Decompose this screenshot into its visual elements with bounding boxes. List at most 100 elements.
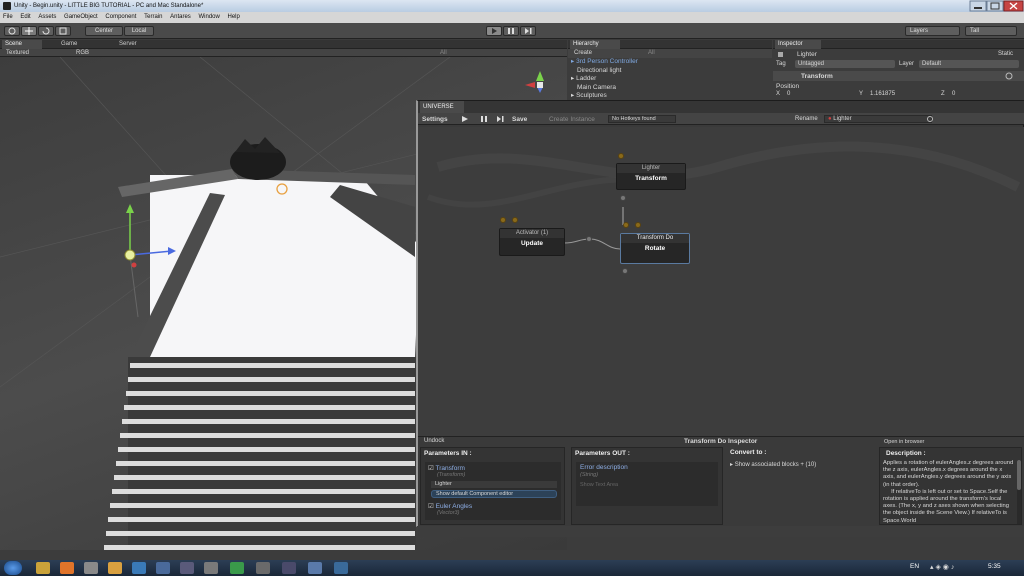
unity-logo-icon xyxy=(3,2,11,10)
static-toggle[interactable]: Static xyxy=(998,51,1013,57)
layers-dropdown[interactable]: Layers xyxy=(905,26,960,36)
tag-dropdown[interactable]: Untagged xyxy=(795,60,895,68)
tab-universe[interactable]: UNIVERSE xyxy=(420,101,464,113)
menu-window[interactable]: Window xyxy=(195,12,222,23)
settings-gear-icon[interactable] xyxy=(1005,72,1013,80)
menu-component[interactable]: Component xyxy=(102,12,139,23)
scene-search-input[interactable]: All xyxy=(440,49,447,57)
clock[interactable]: 5:35 xyxy=(988,563,1001,570)
activator-port-2[interactable] xyxy=(512,217,518,223)
activator-update-node[interactable]: Activator (1) Update xyxy=(499,228,565,256)
rename-field[interactable]: ● Lighter xyxy=(824,115,932,123)
transform-component-header[interactable]: Transform xyxy=(773,71,1024,81)
hierarchy-create-button[interactable]: Create xyxy=(574,50,592,56)
save-button[interactable]: Save xyxy=(512,116,527,123)
taskbar-app-icon[interactable] xyxy=(334,562,348,574)
hierarchy-item[interactable]: Main Camera xyxy=(571,84,772,93)
taskbar-app-icon[interactable] xyxy=(308,562,322,574)
firefox-icon[interactable] xyxy=(60,562,74,574)
description-scrollbar-thumb[interactable] xyxy=(1017,460,1021,490)
step-button[interactable] xyxy=(520,26,536,36)
activator-port-1[interactable] xyxy=(500,217,506,223)
menu-antares[interactable]: Antares xyxy=(167,12,194,23)
tab-hierarchy[interactable]: Hierarchy xyxy=(570,40,620,49)
position-y-field[interactable]: 1.161875 xyxy=(870,91,895,97)
taskbar-app-icon[interactable] xyxy=(84,562,98,574)
pivot-local-button[interactable]: Local xyxy=(124,26,154,36)
hand-tool-button[interactable] xyxy=(4,26,20,36)
layout-dropdown[interactable]: Tall xyxy=(965,26,1017,36)
param-transform[interactable]: ☑ Transform xyxy=(428,464,465,472)
play-button[interactable] xyxy=(486,26,502,36)
instance-dropdown[interactable]: No Hotkeys found xyxy=(608,115,676,123)
rotate-tool-button[interactable] xyxy=(38,26,54,36)
transform-do-rotate-node[interactable]: Transform Do Rotate xyxy=(620,233,690,264)
parameters-out-list: Error description (String) Show Text Are… xyxy=(576,462,718,506)
taskbar-app-icon[interactable] xyxy=(256,562,270,574)
menu-edit[interactable]: Edit xyxy=(17,12,33,23)
menu-help[interactable]: Help xyxy=(225,12,243,23)
taskbar-app-icon[interactable] xyxy=(282,562,296,574)
explorer-icon[interactable] xyxy=(36,562,50,574)
start-button[interactable] xyxy=(4,561,22,575)
show-default-editor-button[interactable]: Show default Component editor xyxy=(431,490,557,498)
open-in-browser-link[interactable]: Open in browser xyxy=(884,439,924,445)
menu-file[interactable]: File xyxy=(0,12,16,23)
color-mode-dropdown[interactable]: RGB xyxy=(76,49,89,57)
param-transform-value[interactable]: Lighter xyxy=(431,481,557,488)
settings-button[interactable]: Settings xyxy=(422,116,448,123)
tab-scene[interactable]: Scene xyxy=(2,40,42,49)
transform-do-port-1[interactable] xyxy=(623,222,629,228)
play-graph-icon[interactable] xyxy=(461,115,469,123)
show-text-area-toggle[interactable]: Show Text Area xyxy=(580,482,618,488)
menu-assets[interactable]: Assets xyxy=(35,12,59,23)
layer-dropdown[interactable]: Default xyxy=(919,60,1019,68)
transform-do-out-port[interactable] xyxy=(622,268,628,274)
move-icon xyxy=(25,27,33,35)
taskbar-app-icon[interactable] xyxy=(180,562,194,574)
pause-graph-icon[interactable] xyxy=(480,115,488,123)
object-name-field[interactable]: Lighter xyxy=(797,51,817,58)
show-associated-blocks[interactable]: ▸ Show associated blocks + (10) xyxy=(730,461,816,468)
lighter-out-port[interactable] xyxy=(620,195,626,201)
render-mode-dropdown[interactable]: Textured xyxy=(6,49,29,57)
lighter-transform-node[interactable]: Lighter Transform xyxy=(616,163,686,190)
position-x-field[interactable]: 0 xyxy=(787,91,790,97)
tab-inspector[interactable]: Inspector xyxy=(775,40,821,49)
window-buttons-icon[interactable] xyxy=(968,0,1024,12)
language-indicator[interactable]: EN xyxy=(910,563,919,570)
tab-game[interactable]: Game xyxy=(58,40,98,49)
param-error-description[interactable]: Error description xyxy=(580,464,628,471)
menu-terrain[interactable]: Terrain xyxy=(141,12,165,23)
link-junction[interactable] xyxy=(586,236,592,242)
scale-tool-button[interactable] xyxy=(55,26,71,36)
target-picker-icon[interactable] xyxy=(926,115,934,123)
tray-icons[interactable]: ▴ ◈ ◉ ♪ xyxy=(930,563,954,571)
hierarchy-item[interactable]: ▸ 3rd Person Controller xyxy=(571,58,772,67)
undock-button[interactable]: Undock xyxy=(424,438,444,444)
hierarchy-item[interactable]: Directional light xyxy=(571,67,772,76)
param-checkbox-icon[interactable]: ☑ xyxy=(428,503,434,510)
tab-server[interactable]: Server xyxy=(116,40,156,49)
position-x-label: X xyxy=(776,91,781,97)
description-scrollbar[interactable] xyxy=(1017,460,1021,524)
create-instance-button[interactable]: Create Instance xyxy=(549,116,595,123)
rename-button[interactable]: Rename xyxy=(795,116,818,122)
param-checkbox-icon[interactable]: ☑ xyxy=(428,465,434,472)
taskbar-app-icon[interactable] xyxy=(156,562,170,574)
unity-taskbar-icon[interactable] xyxy=(204,562,218,574)
taskbar-app-icon[interactable] xyxy=(132,562,146,574)
position-z-field[interactable]: 0 xyxy=(952,91,955,97)
move-tool-button[interactable] xyxy=(21,26,37,36)
step-graph-icon[interactable] xyxy=(496,115,504,123)
chrome-icon[interactable] xyxy=(230,562,244,574)
transform-do-port-2[interactable] xyxy=(635,222,641,228)
pivot-center-button[interactable]: Center xyxy=(85,26,123,36)
pause-button[interactable] xyxy=(503,26,519,36)
hierarchy-item[interactable]: ▸ Ladder xyxy=(571,75,772,84)
param-euler-angles[interactable]: ☑ Euler Angles xyxy=(428,502,472,510)
hierarchy-search-input[interactable]: All xyxy=(648,49,655,58)
taskbar-app-icon[interactable] xyxy=(108,562,122,574)
menu-gameobject[interactable]: GameObject xyxy=(61,12,101,23)
lighter-in-port[interactable] xyxy=(618,153,624,159)
